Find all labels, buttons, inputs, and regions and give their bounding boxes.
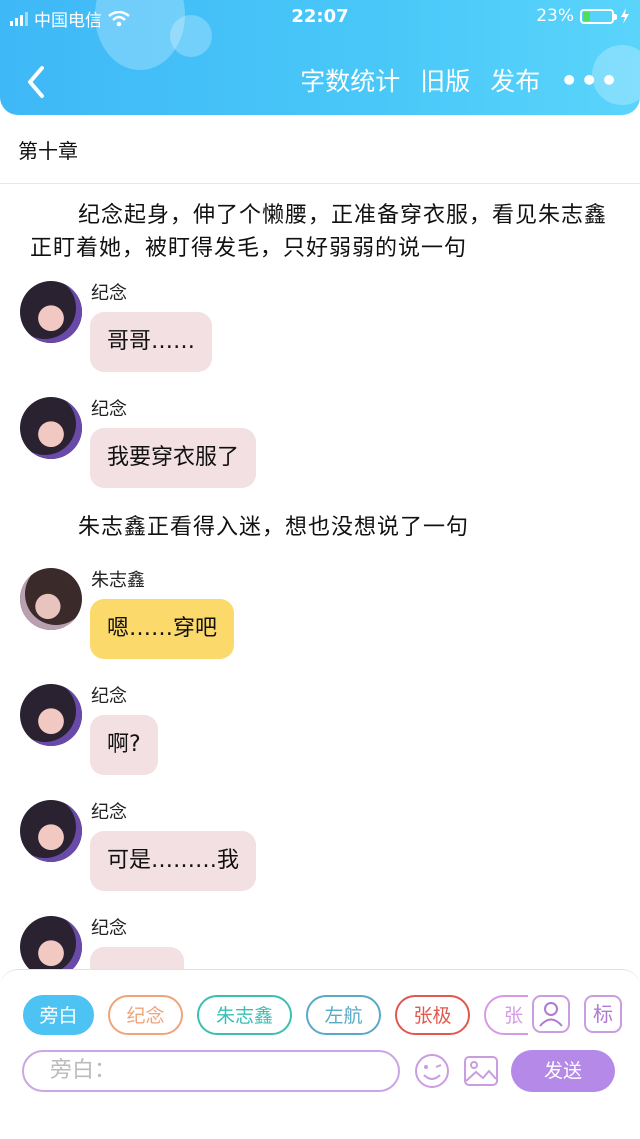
publish-button[interactable]: 发布: [490, 62, 540, 98]
chat-message: 纪念 我要穿衣服了: [0, 381, 640, 497]
narration-text: 纪念起身，伸了个懒腰，正准备穿衣服，看见朱志鑫正盯着她，被盯得发毛，只好弱弱的说…: [30, 203, 608, 261]
message-bubble[interactable]: 我要穿衣服了: [90, 428, 257, 488]
message-bubble[interactable]: 可是………我: [90, 831, 257, 891]
avatar: [20, 281, 82, 343]
chat-message: 纪念 啊?: [0, 668, 640, 784]
role-chip-jinian[interactable]: 纪念: [108, 995, 183, 1035]
speaker-name: 纪念: [91, 918, 127, 939]
chat-message: 纪念 哥哥……: [0, 265, 640, 381]
top-bar: 中国电信 22:07 23% 字数统计 旧版 发布 •••: [0, 0, 640, 115]
message-bubble[interactable]: 啊?: [90, 715, 158, 775]
send-button[interactable]: 发送: [511, 1050, 615, 1092]
message-bubble[interactable]: 哥哥……: [90, 312, 213, 372]
avatar: [20, 916, 82, 969]
speaker-name: 纪念: [91, 686, 127, 707]
more-icon[interactable]: •••: [560, 64, 620, 97]
chapter-header: 第十章: [0, 115, 640, 184]
emoji-icon[interactable]: [413, 1052, 451, 1090]
chapter-title[interactable]: 第十章: [18, 135, 78, 164]
back-arrow-icon[interactable]: [22, 62, 52, 102]
charging-icon: [621, 8, 629, 24]
message-bubble[interactable]: [90, 947, 184, 969]
role-chip-zhangji[interactable]: 张极: [395, 995, 470, 1035]
chat-message: 纪念 可是………我: [0, 784, 640, 900]
old-version-button[interactable]: 旧版: [420, 62, 470, 98]
avatar: [20, 397, 82, 459]
role-chip-zuohang[interactable]: 左航: [306, 995, 381, 1035]
avatar: [20, 684, 82, 746]
status-bar: 中国电信 22:07 23%: [0, 4, 640, 31]
message-input[interactable]: 旁白：: [22, 1050, 400, 1092]
role-chip-more[interactable]: 张: [484, 995, 528, 1035]
nav-bar: 字数统计 旧版 发布 •••: [0, 56, 640, 106]
speaker-name: 朱志鑫: [91, 570, 145, 591]
avatar: [20, 800, 82, 862]
message-bubble[interactable]: 嗯……穿吧: [90, 599, 235, 659]
speaker-name: 纪念: [91, 399, 127, 420]
speaker-name: 纪念: [91, 283, 127, 304]
avatar: [20, 568, 82, 630]
mark-button[interactable]: 标: [584, 995, 622, 1033]
word-count-button[interactable]: 字数统计: [300, 62, 400, 98]
chat-message: 纪念: [0, 900, 640, 969]
composer-panel: 旁白 纪念 朱志鑫 左航 张极 张 标 旁白： 发送: [0, 969, 640, 1139]
role-selector: 旁白 纪念 朱志鑫 左航 张极 张: [23, 995, 528, 1037]
chat-message: 朱志鑫 嗯……穿吧: [0, 552, 640, 668]
speaker-name: 纪念: [91, 802, 127, 823]
role-manage-icon[interactable]: [532, 995, 570, 1033]
battery-icon: [580, 8, 617, 24]
battery-percent: 23%: [536, 6, 574, 26]
story-content: 纪念起身，伸了个懒腰，正准备穿衣服，看见朱志鑫正盯着她，被盯得发毛，只好弱弱的说…: [0, 183, 640, 969]
role-chip-narration[interactable]: 旁白: [23, 995, 94, 1035]
role-chip-zhuzhixin[interactable]: 朱志鑫: [197, 995, 292, 1035]
narration-text: 朱志鑫正看得入迷，想也没想说了一句: [78, 515, 470, 540]
image-icon[interactable]: [462, 1052, 500, 1090]
